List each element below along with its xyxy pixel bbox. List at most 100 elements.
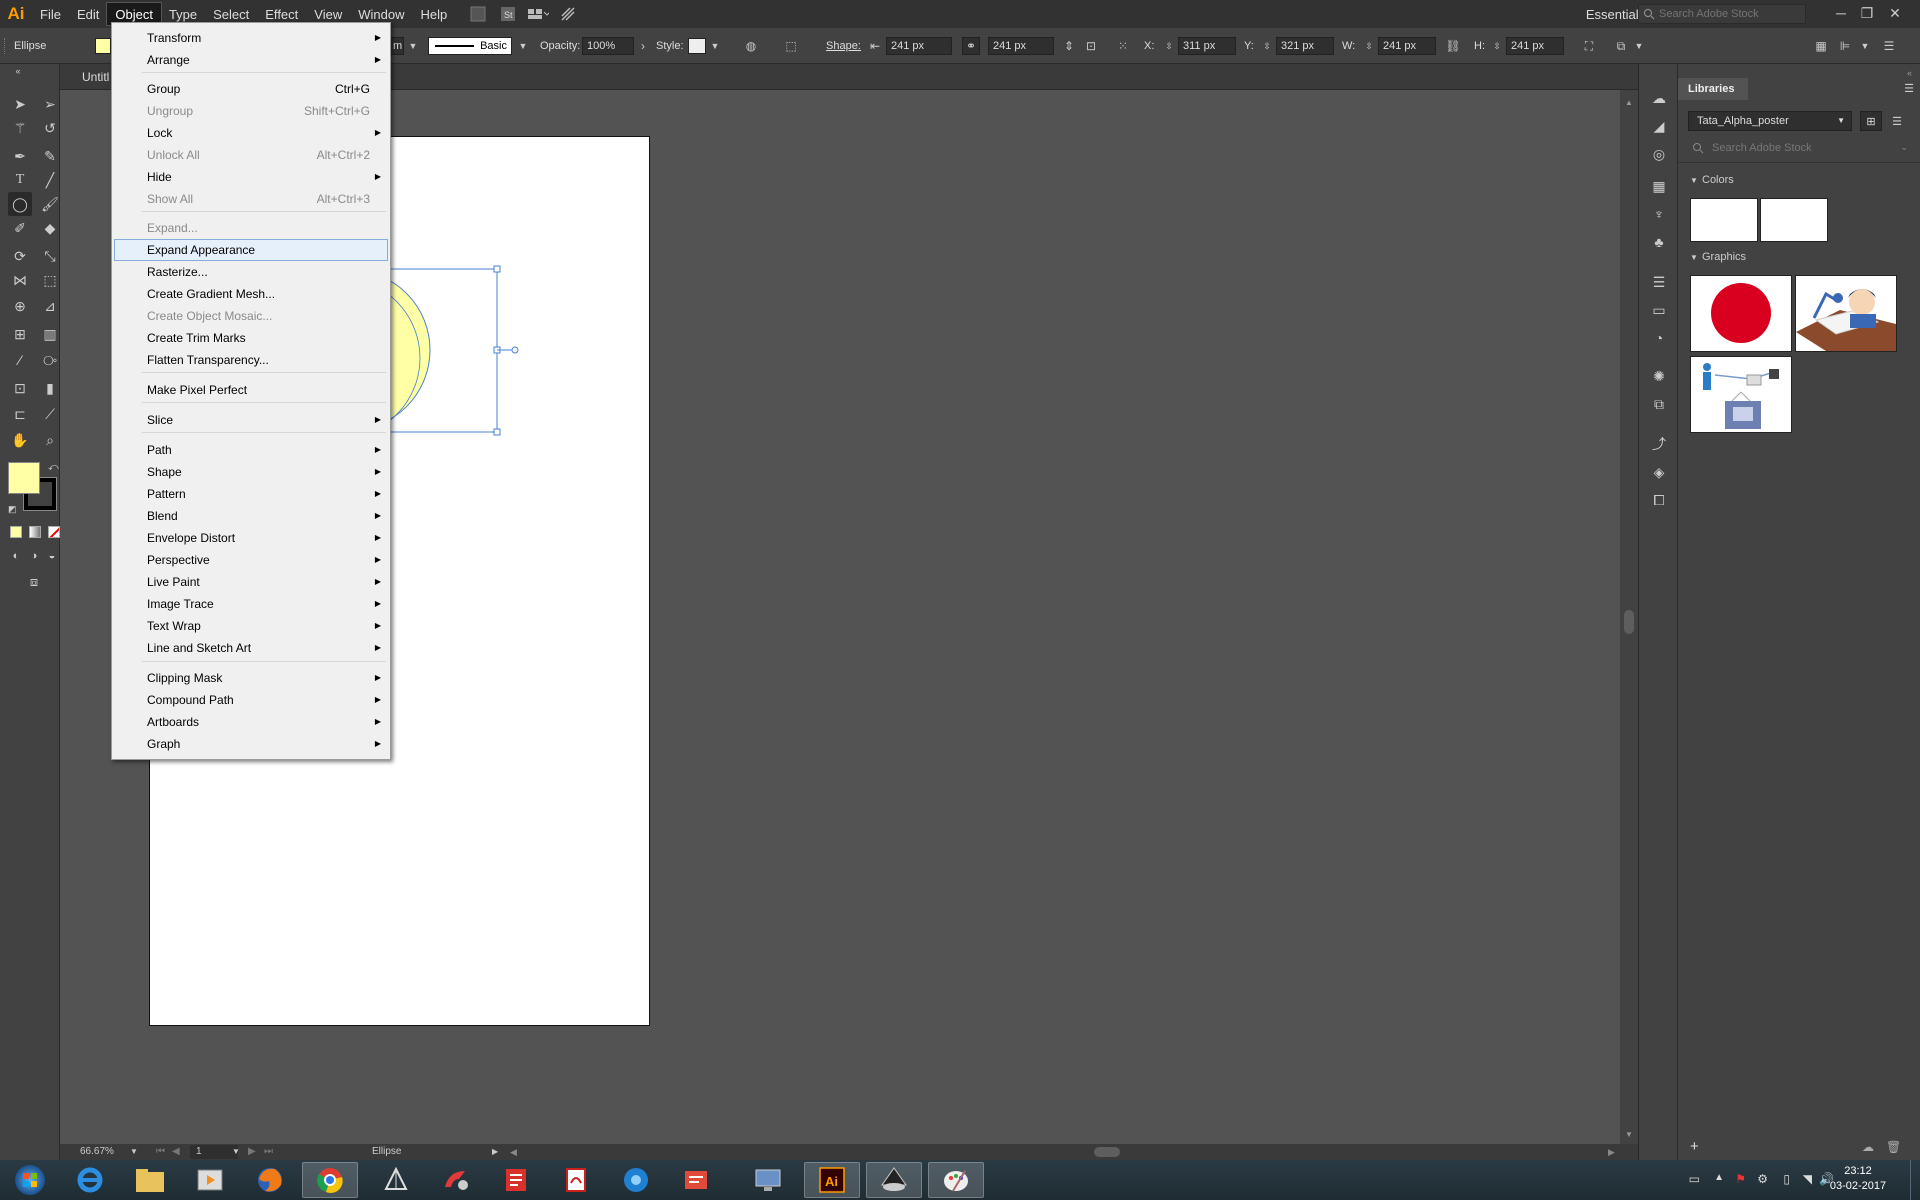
menu-item-pattern[interactable]: Pattern ▶	[112, 483, 390, 505]
inkscape-icon[interactable]	[866, 1162, 922, 1198]
scale-tool-icon[interactable]: ⤡	[38, 244, 62, 268]
menu-item-create-gradient-mesh[interactable]: Create Gradient Mesh...	[112, 283, 390, 305]
internet-explorer-icon[interactable]	[62, 1162, 118, 1198]
graphic-thumbnail-diagram[interactable]	[1690, 356, 1792, 433]
fill-color-box[interactable]	[8, 462, 40, 494]
stock-search-box[interactable]	[1638, 4, 1806, 24]
reference-point-icon[interactable]: ⁙	[1114, 37, 1132, 55]
symbols-icon[interactable]: ♣	[1649, 232, 1669, 252]
add-content-icon[interactable]: +	[1690, 1138, 1699, 1155]
library-select[interactable]: Tata_Alpha_poster ▼	[1688, 111, 1852, 131]
perspective-grid-tool-icon[interactable]: ⊿	[38, 294, 62, 318]
restore-button[interactable]: ❐	[1854, 2, 1880, 24]
shape-height-input[interactable]: 241 px	[988, 37, 1054, 55]
stroke-profile-select[interactable]: Basic	[428, 37, 512, 55]
selection-tool-icon[interactable]: ➤	[8, 92, 32, 116]
x-input[interactable]: 311 px	[1178, 37, 1236, 55]
gradient-tool-icon[interactable]: ▥	[38, 322, 62, 346]
magic-wand-tool-icon[interactable]: ⚚	[8, 116, 32, 140]
menu-item-rasterize[interactable]: Rasterize...	[112, 261, 390, 283]
firefox-icon[interactable]	[242, 1162, 298, 1198]
chevron-down-icon[interactable]: ▼	[1630, 37, 1648, 55]
colors-heading[interactable]: Colors	[1702, 171, 1734, 189]
system-clock[interactable]: 23:12 03-02-2017	[1818, 1164, 1898, 1194]
menu-file[interactable]: File	[32, 3, 69, 25]
none-mode-icon[interactable]	[48, 526, 60, 538]
menu-item-transform[interactable]: Transform ▶	[112, 27, 390, 49]
shape-label[interactable]: Shape:	[826, 28, 861, 64]
scroll-up-icon[interactable]: ▲	[1625, 98, 1633, 107]
app-blue-icon[interactable]	[608, 1162, 664, 1198]
pen-tool-icon[interactable]: ✒	[8, 144, 32, 168]
swatches-icon[interactable]: ▦	[1649, 176, 1669, 196]
transparency-icon[interactable]: ◔	[1649, 328, 1669, 348]
menu-item-expand-appearance[interactable]: Expand Appearance	[114, 239, 388, 261]
menu-edit[interactable]: Edit	[69, 3, 107, 25]
horizontal-scroll-thumb[interactable]	[1094, 1147, 1120, 1157]
menu-item-shape[interactable]: Shape ▶	[112, 461, 390, 483]
line-tool-icon[interactable]: ╱	[38, 168, 62, 192]
stepper-icon[interactable]: ⇳	[1360, 37, 1378, 55]
flag-icon[interactable]: ⚑	[1735, 1172, 1746, 1186]
lasso-tool-icon[interactable]: ↺	[38, 116, 62, 140]
brushes-icon[interactable]: ♆	[1649, 204, 1669, 224]
arrange-icon[interactable]: ▦	[1812, 37, 1830, 55]
direct-selection-tool-icon[interactable]: ➢	[38, 92, 62, 116]
align-icon[interactable]: ⬚	[782, 37, 800, 55]
menu-item-path[interactable]: Path ▶	[112, 439, 390, 461]
document-tab[interactable]: Untitl	[82, 64, 109, 90]
recolor-artwork-icon[interactable]: ◍	[742, 37, 760, 55]
chevron-down-icon[interactable]: ▼	[706, 37, 724, 55]
app-red-document-icon[interactable]	[668, 1162, 724, 1198]
h-input[interactable]: 241 px	[1506, 37, 1564, 55]
mesh-tool-icon[interactable]: ⊞	[8, 322, 32, 346]
chevron-right-icon[interactable]: ▶	[492, 1145, 498, 1159]
shape-builder-tool-icon[interactable]: ⊕	[8, 294, 32, 318]
minimize-button[interactable]: ─	[1828, 2, 1854, 24]
start-button[interactable]	[2, 1162, 58, 1198]
column-graph-tool-icon[interactable]: ▮	[38, 376, 62, 400]
app-tray-icon[interactable]: ⚙	[1757, 1172, 1768, 1186]
show-hidden-icons[interactable]: ▲	[1714, 1172, 1724, 1183]
menu-item-flatten-transparency[interactable]: Flatten Transparency...	[112, 349, 390, 371]
expand-panel-icon[interactable]: «	[1907, 68, 1912, 78]
blend-tool-icon[interactable]: ⧂	[38, 348, 62, 372]
menu-item-group[interactable]: Group Ctrl+G	[112, 78, 390, 100]
network-icon[interactable]: ◥	[1803, 1172, 1812, 1186]
menu-item-lock[interactable]: Lock ▶	[112, 122, 390, 144]
paint-icon[interactable]	[928, 1162, 984, 1198]
graphic-thumbnail-illustration[interactable]	[1795, 275, 1897, 352]
menu-item-live-paint[interactable]: Live Paint ▶	[112, 571, 390, 593]
menu-item-line-and-sketch-art[interactable]: Line and Sketch Art ▶	[112, 637, 390, 659]
resize-handle[interactable]	[493, 428, 501, 436]
properties-icon[interactable]: ◢	[1649, 116, 1669, 136]
ccleaner-icon[interactable]	[428, 1162, 484, 1198]
stepper-icon[interactable]: ⇳	[1488, 37, 1506, 55]
chevron-down-icon[interactable]: ⌄	[1900, 142, 1908, 153]
appearance-icon[interactable]: ✺	[1649, 366, 1669, 386]
artboards-icon[interactable]: ⧠	[1649, 490, 1669, 510]
first-artboard-icon[interactable]: ⏮	[156, 1145, 165, 1159]
library-color-swatch[interactable]	[1690, 198, 1758, 242]
rotate-tool-icon[interactable]: ⟳	[8, 244, 32, 268]
scroll-thumb[interactable]	[1624, 610, 1634, 634]
menu-item-text-wrap[interactable]: Text Wrap ▶	[112, 615, 390, 637]
w-input[interactable]: 241 px	[1378, 37, 1436, 55]
battery-icon[interactable]: ▯	[1783, 1172, 1790, 1186]
library-color-swatch[interactable]	[1760, 198, 1828, 242]
vertical-scrollbar[interactable]: ▲ ▼	[1620, 90, 1638, 1144]
zoom-tool-icon[interactable]: ⌕	[38, 428, 62, 452]
artboard-number-input[interactable]: 1	[190, 1145, 238, 1159]
link-icon[interactable]: ⚭	[962, 37, 980, 55]
cloud-sync-icon[interactable]: ☁	[1862, 1140, 1874, 1154]
type-tool-icon[interactable]: T	[8, 168, 32, 192]
pie-widget-handle[interactable]	[511, 346, 519, 354]
scroll-right-icon[interactable]: ▶	[1608, 1145, 1615, 1159]
menu-help[interactable]: Help	[412, 3, 455, 25]
export-icon[interactable]: ⤴	[1649, 434, 1669, 454]
gradient-icon[interactable]: ▭	[1649, 300, 1669, 320]
curvature-tool-icon[interactable]: ✎	[38, 144, 62, 168]
chevron-down-icon[interactable]: ▼	[130, 1145, 138, 1159]
menu-item-clipping-mask[interactable]: Clipping Mask ▶	[112, 667, 390, 689]
layers-icon[interactable]: ◈	[1649, 462, 1669, 482]
